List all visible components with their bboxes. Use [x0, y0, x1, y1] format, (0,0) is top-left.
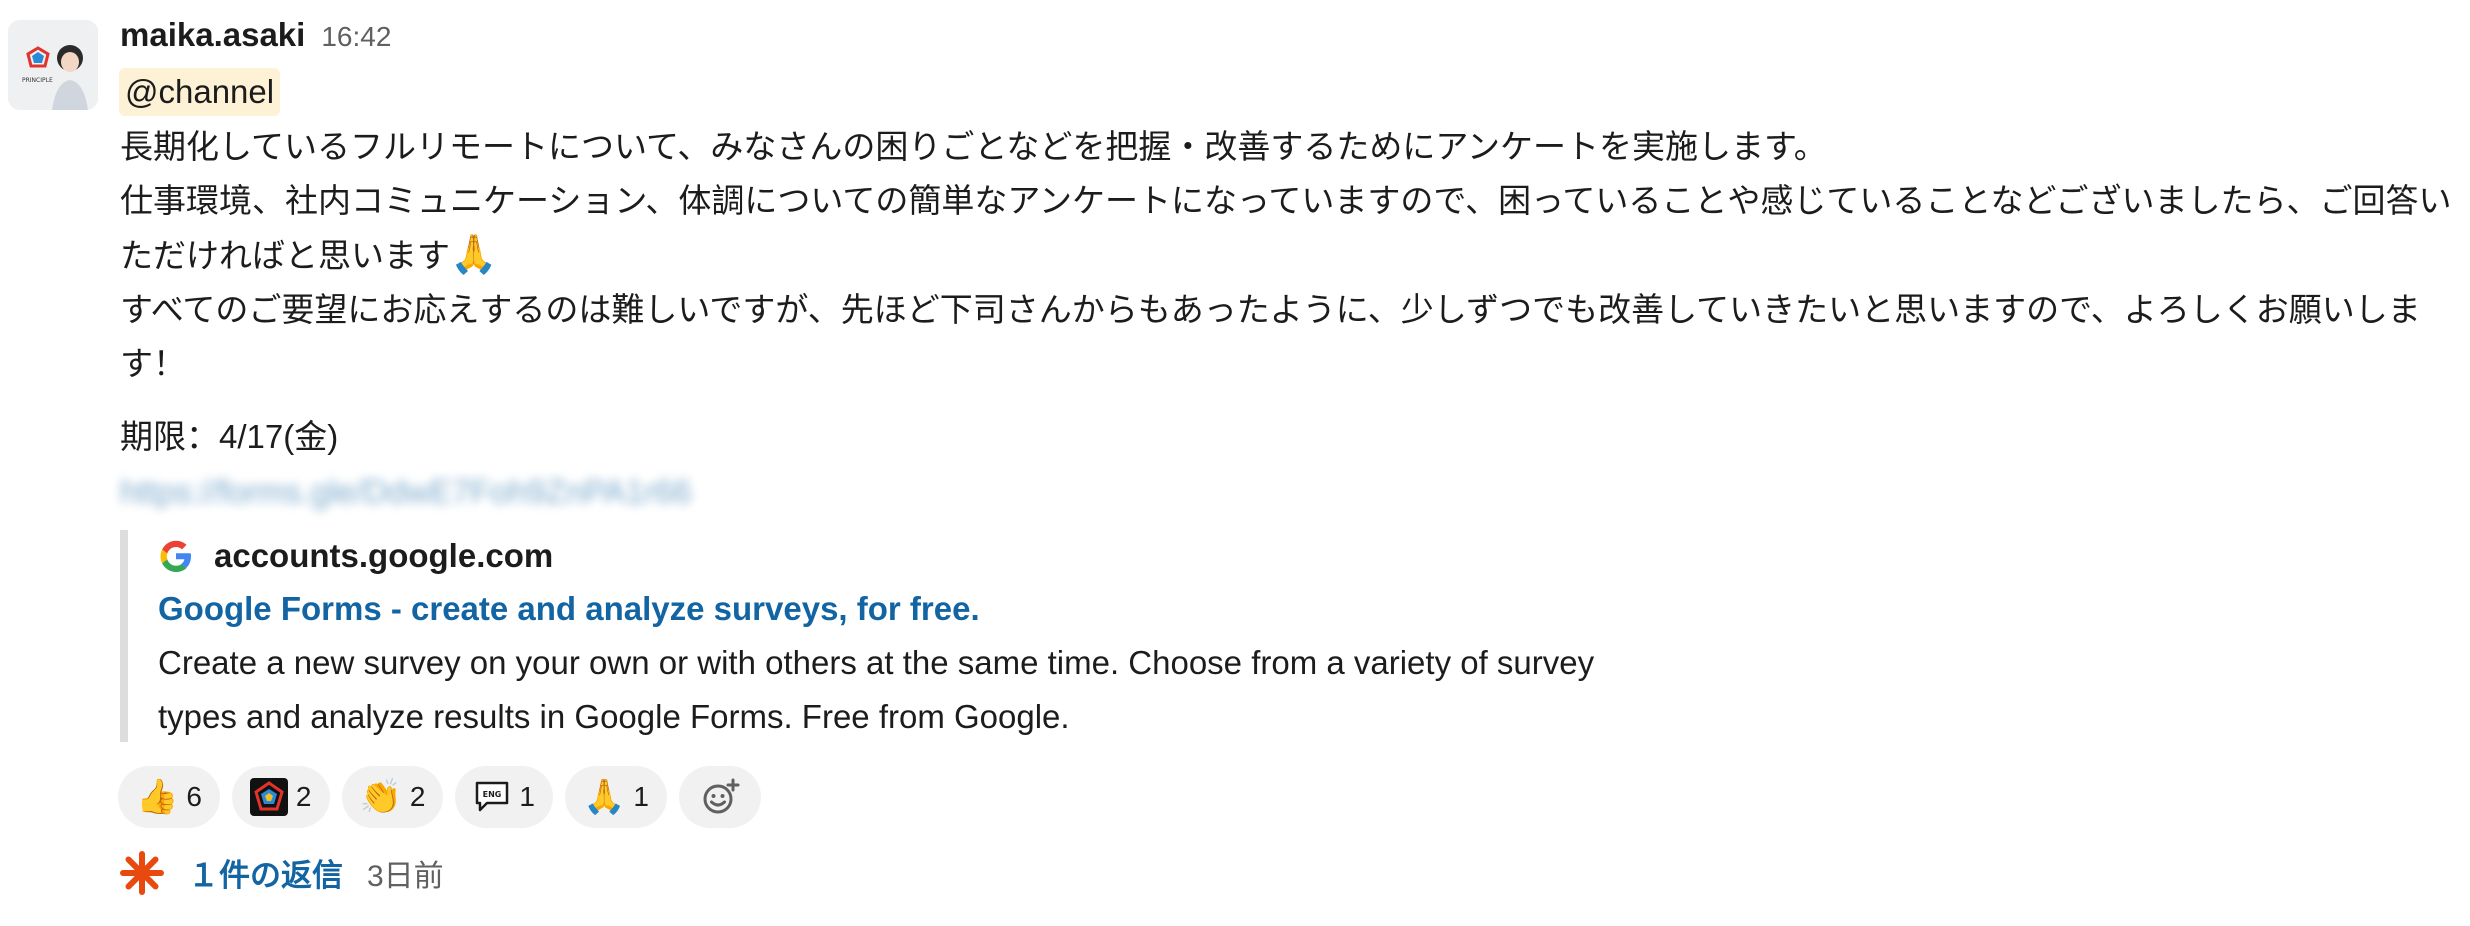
eng-speech-bubble-icon: ENG — [473, 779, 511, 815]
preview-title[interactable]: Google Forms - create and analyze survey… — [158, 582, 1620, 636]
reaction-clap[interactable]: 👏 2 — [341, 766, 444, 828]
link-preview: accounts.google.com Google Forms - creat… — [120, 530, 1620, 742]
form-link[interactable]: https://forms.gle/DdwE7Foh9ZnPA1r66 — [120, 465, 692, 519]
avatar[interactable]: PRINCIPLE — [8, 20, 98, 110]
preview-site: accounts.google.com — [158, 530, 1620, 582]
message-line-1: 長期化しているフルリモートについて、みなさんの困りごとなどを把握・改善するために… — [120, 128, 1827, 165]
channel-mention[interactable]: @channel — [119, 68, 281, 116]
reaction-count: 2 — [295, 781, 312, 812]
message-header: maika.asaki 16:42 — [120, 16, 391, 64]
reaction-count: 1 — [633, 781, 649, 812]
clap-icon: 👏 — [359, 778, 402, 816]
pray-emoji: 🙏 — [450, 234, 498, 276]
reply-count-link[interactable]: １件の返信 — [188, 850, 343, 895]
reaction-count: 6 — [186, 781, 202, 812]
reaction-count: 2 — [409, 781, 426, 812]
reaction-thumbs-up[interactable]: 👍 6 — [118, 766, 220, 828]
thumbs-up-icon: 👍 — [136, 778, 179, 816]
last-reply-time: 3日前 — [367, 859, 444, 893]
preview-description: Create a new survey on your own or with … — [158, 644, 1595, 735]
message-body: 長期化しているフルリモートについて、みなさんの困りごとなどを把握・改善するために… — [120, 120, 2460, 391]
thread-starburst-icon — [120, 850, 164, 895]
pray-icon: 🙏 — [583, 778, 626, 816]
avatar-image: PRINCIPLE — [8, 20, 98, 110]
message-line-3: すべてのご要望にお応えするのは難しいですが、先ほど下司さんからもあったように、少… — [120, 291, 2421, 382]
add-emoji-icon — [703, 778, 740, 814]
message-line-2: 仕事環境、社内コミュニケーション、体調についての簡単なアンケートになっていますの… — [120, 174, 2460, 283]
reaction-count: 1 — [519, 781, 535, 812]
reactions-bar: 👍 6 2 👏 2 ENG 1 🙏 1 — [118, 766, 761, 828]
timestamp[interactable]: 16:42 — [321, 21, 391, 53]
reaction-principle[interactable]: 2 — [231, 766, 330, 828]
svg-text:ENG: ENG — [483, 790, 502, 799]
preview-site-name[interactable]: accounts.google.com — [214, 537, 553, 575]
author-name[interactable]: maika.asaki — [120, 16, 305, 54]
svg-text:PRINCIPLE: PRINCIPLE — [22, 77, 53, 84]
reaction-pray[interactable]: 🙏 1 — [565, 766, 667, 828]
google-icon — [160, 540, 191, 572]
thread-summary[interactable]: １件の返信 3日前 — [120, 850, 444, 895]
deadline-text: 期限：4/17(金) — [120, 418, 339, 455]
reaction-eng-bubble[interactable]: ENG 1 — [455, 766, 553, 828]
principle-logo-icon — [249, 778, 288, 816]
add-reaction-button[interactable] — [678, 766, 761, 828]
